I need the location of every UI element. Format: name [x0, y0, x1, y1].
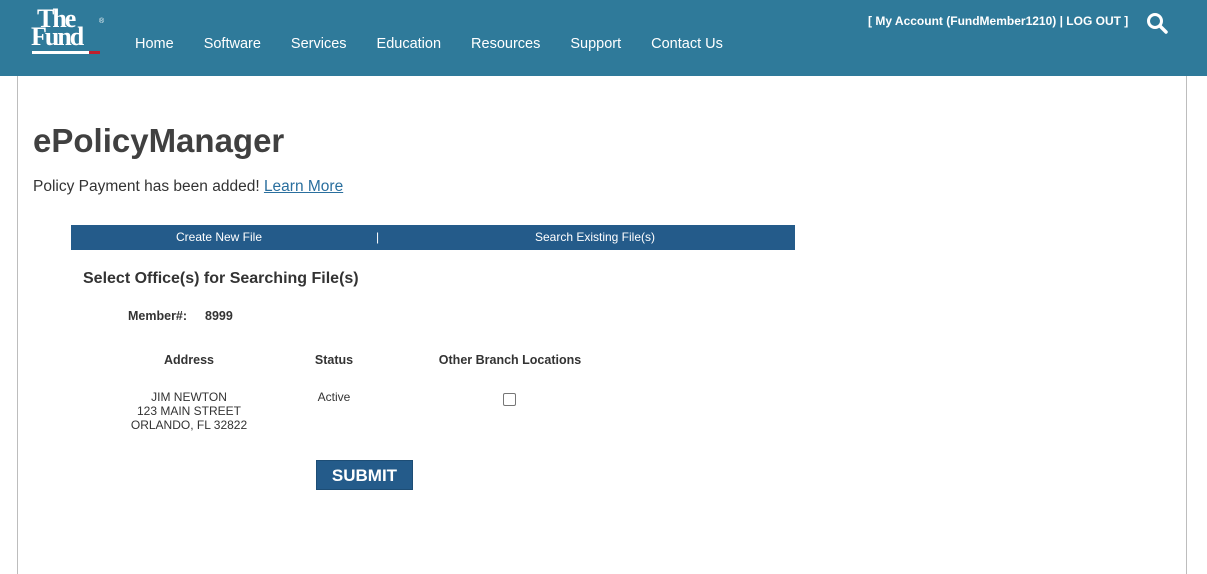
- nav-education[interactable]: Education: [362, 35, 457, 53]
- submit-button[interactable]: SUBMIT: [316, 460, 413, 490]
- account-links: [ My Account (FundMember1210) | LOG OUT …: [868, 14, 1128, 28]
- main-nav: Home Software Services Education Resourc…: [120, 35, 738, 53]
- notice-text: Policy Payment has been added!: [33, 178, 264, 195]
- payment-notice: Policy Payment has been added! Learn Mor…: [33, 178, 343, 196]
- the-fund-logo[interactable]: The Fund ®: [29, 6, 105, 56]
- tab-separator: |: [376, 230, 380, 244]
- column-header-address: Address: [163, 353, 215, 367]
- nav-support[interactable]: Support: [555, 35, 636, 53]
- tab-create-new-file[interactable]: Create New File: [71, 225, 367, 250]
- nav-services[interactable]: Services: [276, 35, 362, 53]
- address-line-city: ORLANDO, FL 32822: [130, 418, 248, 432]
- section-title: Select Office(s) for Searching File(s): [83, 270, 359, 287]
- nav-software[interactable]: Software: [189, 35, 276, 53]
- tab-search-existing-files[interactable]: Search Existing File(s): [471, 225, 719, 250]
- file-tab-bar: Create New File | Search Existing File(s…: [71, 225, 795, 250]
- logo-registered-mark: ®: [99, 18, 105, 25]
- office-status: Active: [317, 390, 351, 404]
- search-icon[interactable]: [1145, 11, 1169, 35]
- logout-link[interactable]: LOG OUT: [1066, 14, 1121, 28]
- column-header-status: Status: [314, 353, 354, 367]
- account-separator: |: [1056, 14, 1067, 28]
- nav-home[interactable]: Home: [120, 35, 189, 53]
- account-bracket-close: ]: [1120, 14, 1129, 28]
- main-content: ePolicyManager Policy Payment has been a…: [17, 76, 1187, 574]
- logo-text-fund: Fund: [31, 22, 84, 51]
- learn-more-link[interactable]: Learn More: [264, 178, 343, 195]
- other-branch-checkbox[interactable]: [503, 393, 516, 406]
- nav-resources[interactable]: Resources: [456, 35, 555, 53]
- member-number-value: 8999: [205, 309, 233, 323]
- column-header-other-branch-locations: Other Branch Locations: [438, 353, 582, 367]
- page-title: ePolicyManager: [33, 122, 285, 159]
- my-account-link[interactable]: My Account (FundMember1210): [875, 14, 1056, 28]
- address-line-street: 123 MAIN STREET: [136, 404, 242, 418]
- member-number-label: Member#:: [128, 309, 188, 323]
- logo-red-accent: [89, 51, 100, 54]
- address-line-name: JIM NEWTON: [151, 390, 227, 404]
- top-header: The Fund ® Home Software Services Educat…: [0, 0, 1207, 76]
- office-address: JIM NEWTON 123 MAIN STREET ORLANDO, FL 3…: [118, 390, 260, 432]
- nav-contact-us[interactable]: Contact Us: [636, 35, 738, 53]
